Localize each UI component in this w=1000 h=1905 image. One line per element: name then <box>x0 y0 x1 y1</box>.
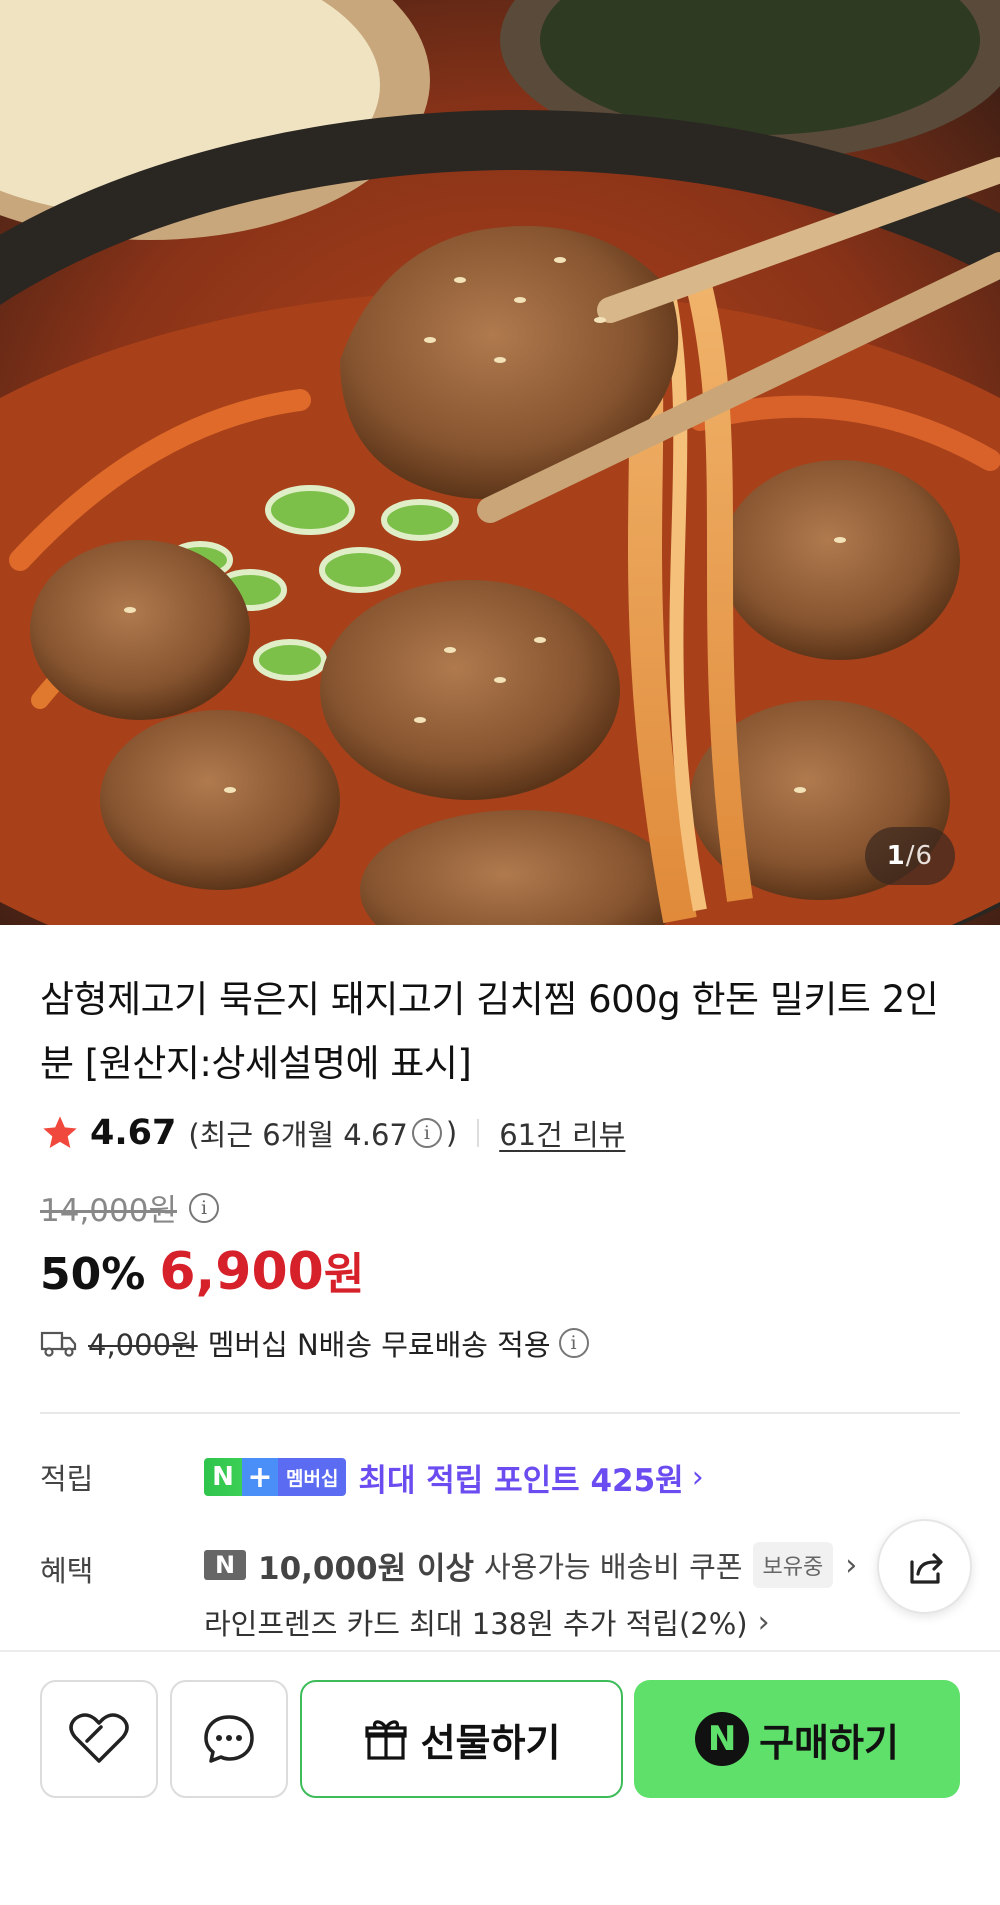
discount-rate: 50% <box>40 1249 146 1300</box>
wishlist-button[interactable] <box>40 1680 158 1798</box>
buy-button-label: 구매하기 <box>759 1720 899 1765</box>
naver-pay-icon: N <box>695 1712 750 1766</box>
rating-recent-close: ) <box>445 1116 458 1150</box>
card-benefit-text: 라인프렌즈 카드 최대 138원 추가 적립(2%) <box>204 1607 748 1641</box>
chevron-right-icon: › <box>691 1459 704 1495</box>
shipping-row: 4,000원 멤버십 N배송 무료배송 적용 i <box>40 1320 593 1366</box>
max-points-text: 최대 적립 포인트 425원 <box>358 1462 684 1499</box>
share-icon <box>909 1552 943 1584</box>
reviews-link[interactable]: 61건 리뷰 <box>499 1112 625 1154</box>
chat-bubble-icon <box>204 1715 254 1763</box>
naver-logo-icon: N <box>204 1550 246 1580</box>
rating-recent: (최근 6개월 4.67 i ) <box>188 1112 457 1154</box>
naver-n-badge: N <box>204 1458 242 1496</box>
food-photo <box>0 0 1000 925</box>
chat-button[interactable] <box>170 1680 288 1798</box>
sale-price: 6,900 <box>159 1242 324 1302</box>
image-counter: 1 / 6 <box>864 827 955 885</box>
rating-score: 4.67 <box>90 1113 177 1153</box>
original-price-row: 14,000원 i <box>40 1185 223 1230</box>
gift-button[interactable]: 선물하기 <box>300 1680 623 1798</box>
original-price: 14,000원 <box>40 1193 177 1229</box>
rating-row: 4.67 (최근 6개월 4.67 i ) 61건 리뷰 <box>40 1108 625 1158</box>
membership-badge: 멤버십 <box>278 1458 347 1496</box>
image-counter-separator: / <box>905 841 916 871</box>
buy-button[interactable]: N 구매하기 <box>634 1680 960 1798</box>
divider <box>477 1119 480 1147</box>
price-info-icon[interactable]: i <box>189 1192 219 1223</box>
shipping-original-fee: 4,000원 <box>88 1328 198 1362</box>
points-body: N + 멤버십 최대 적립 포인트 425원 › <box>204 1455 704 1500</box>
shipping-text: 멤버십 N배송 무료배송 적용 <box>207 1328 551 1362</box>
points-label: 적립 <box>40 1462 94 1496</box>
gift-icon <box>364 1720 407 1760</box>
plus-badge: + <box>242 1458 278 1496</box>
info-icon[interactable]: i <box>411 1118 442 1148</box>
truck-icon <box>40 1331 77 1357</box>
coupon-min-amount: 10,000원 이상 <box>258 1550 474 1587</box>
coupon-text: 사용가능 배송비 쿠폰 <box>483 1550 743 1584</box>
product-image[interactable]: 1 / 6 <box>0 0 1000 925</box>
owned-badge: 보유중 <box>752 1542 834 1588</box>
product-title: 삼형제고기 묵은지 돼지고기 김치찜 600g 한돈 밀키트 2인분 [원산지:… <box>40 978 939 1085</box>
benefits-label: 혜택 <box>40 1554 94 1588</box>
coupon-body: N 10,000원 이상 사용가능 배송비 쿠폰 보유중 › <box>204 1540 857 1590</box>
section-divider <box>40 1412 960 1414</box>
price-unit: 원 <box>323 1249 365 1300</box>
card-benefit-row[interactable]: 라인프렌즈 카드 최대 138원 추가 적립(2%) › <box>204 1600 770 1644</box>
image-counter-total: 6 <box>915 841 933 871</box>
rating-recent-text: (최근 6개월 4.67 <box>188 1118 408 1152</box>
gift-button-label: 선물하기 <box>420 1720 561 1765</box>
star-icon <box>43 1116 77 1148</box>
price-row: 50% 6,900 원 <box>40 1238 364 1302</box>
bottom-action-bar: 선물하기 N 구매하기 <box>0 1650 1000 1905</box>
heart-icon <box>69 1713 129 1763</box>
share-button[interactable] <box>877 1519 972 1614</box>
chevron-right-icon: › <box>845 1547 858 1583</box>
chevron-right-icon: › <box>757 1604 770 1640</box>
shipping-info-icon[interactable]: i <box>558 1328 589 1358</box>
image-counter-current: 1 <box>886 841 906 871</box>
benefits-row[interactable]: 혜택 N 10,000원 이상 사용가능 배송비 쿠폰 보유중 › <box>40 1540 920 1590</box>
